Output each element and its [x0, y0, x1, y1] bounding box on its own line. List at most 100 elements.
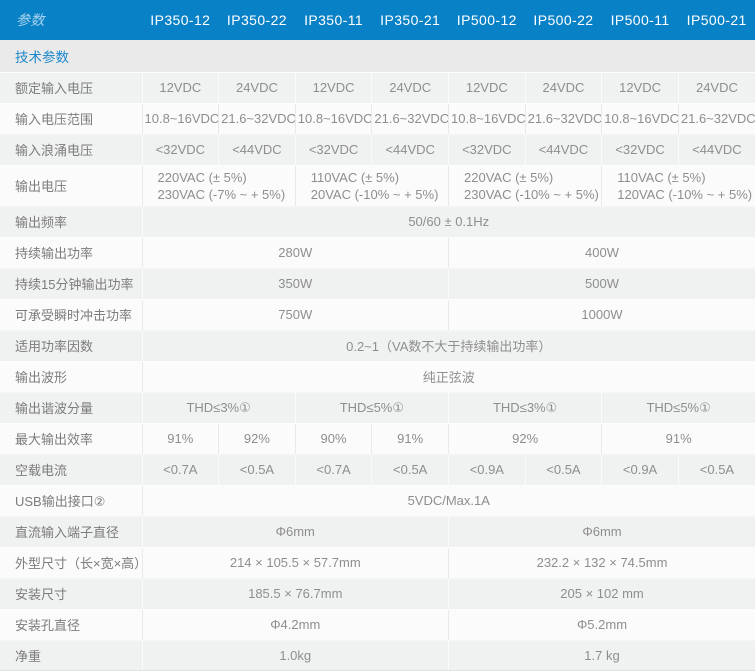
spec-value-cell: 21.6~32VDC	[678, 103, 755, 134]
spec-value-cell: <0.5A	[219, 454, 296, 485]
spec-value-cell: <44VDC	[525, 134, 602, 165]
table-row: 最大输出效率91%92%90%91%92%91%	[0, 423, 755, 454]
spec-value-cell: 90%	[295, 423, 372, 454]
row-label: 最大输出效率	[0, 423, 142, 454]
model-column-header: IP350-12	[142, 0, 219, 40]
table-row: 安装孔直径Φ4.2mmΦ5.2mm	[0, 609, 755, 640]
spec-value-cell: 12VDC	[602, 72, 679, 103]
spec-value-cell: 214 × 105.5 × 57.7mm	[142, 547, 449, 578]
spec-value-cell: 110VAC (± 5%)20VAC (-10% ~ + 5%)	[295, 165, 448, 206]
spec-value-cell: 500W	[449, 268, 755, 299]
spec-value-cell: 10.8~16VDC	[449, 103, 526, 134]
spec-value-cell: <44VDC	[219, 134, 296, 165]
spec-value-cell: <0.7A	[295, 454, 372, 485]
row-label: 输入电压范围	[0, 103, 142, 134]
row-label: 外型尺寸（长×宽×高）	[0, 547, 142, 578]
spec-value-cell: 110VAC (± 5%)120VAC (-10% ~ + 5%)	[602, 165, 755, 206]
spec-value-cell: 205 × 102 mm	[449, 578, 755, 609]
row-label: 净重	[0, 640, 142, 671]
spec-value-cell: <44VDC	[372, 134, 449, 165]
model-column-header: IP500-22	[525, 0, 602, 40]
spec-value-cell: 91%	[602, 423, 755, 454]
row-label: 适用功率因数	[0, 330, 142, 361]
spec-value-cell: THD≤5%①	[602, 392, 755, 423]
spec-value-cell: 750W	[142, 299, 449, 330]
spec-value-cell: <32VDC	[142, 134, 219, 165]
model-column-header: IP350-11	[295, 0, 372, 40]
spec-table: 参数 IP350-12IP350-22IP350-11IP350-21IP500…	[0, 0, 755, 671]
spec-value-cell: 5VDC/Max.1A	[142, 485, 755, 516]
spec-value-cell: 24VDC	[372, 72, 449, 103]
spec-value-cell: 220VAC (± 5%)230VAC (-10% ~ + 5%)	[449, 165, 602, 206]
spec-value-cell: 1000W	[449, 299, 755, 330]
table-row: 持续15分钟输出功率350W500W	[0, 268, 755, 299]
spec-value-cell: <32VDC	[449, 134, 526, 165]
spec-value-cell: 21.6~32VDC	[525, 103, 602, 134]
spec-value-cell: 纯正弦波	[142, 361, 755, 392]
spec-value-cell: <32VDC	[602, 134, 679, 165]
spec-value-cell: <32VDC	[295, 134, 372, 165]
table-row: 额定输入电压12VDC24VDC12VDC24VDC12VDC24VDC12VD…	[0, 72, 755, 103]
table-row: USB输出接口②5VDC/Max.1A	[0, 485, 755, 516]
spec-value-cell: THD≤3%①	[449, 392, 602, 423]
spec-value-cell: 50/60 ± 0.1Hz	[142, 206, 755, 237]
spec-value-cell: <0.7A	[142, 454, 219, 485]
spec-table-page: 参数 IP350-12IP350-22IP350-11IP350-21IP500…	[0, 0, 755, 671]
spec-value-cell: Φ5.2mm	[449, 609, 755, 640]
spec-value-cell: 21.6~32VDC	[219, 103, 296, 134]
row-label: 安装尺寸	[0, 578, 142, 609]
spec-value-cell: Φ4.2mm	[142, 609, 449, 640]
section-title: 技术参数	[0, 40, 755, 72]
row-label: 安装孔直径	[0, 609, 142, 640]
table-row: 可承受瞬时冲击功率750W1000W	[0, 299, 755, 330]
spec-value-cell: 1.0kg	[142, 640, 449, 671]
spec-value-cell: 24VDC	[678, 72, 755, 103]
spec-value-cell: 0.2~1（VA数不大于持续输出功率）	[142, 330, 755, 361]
spec-value-cell: 24VDC	[219, 72, 296, 103]
spec-value-cell: 10.8~16VDC	[602, 103, 679, 134]
table-row: 安装尺寸185.5 × 76.7mm205 × 102 mm	[0, 578, 755, 609]
spec-value-cell: <0.9A	[602, 454, 679, 485]
row-label: 输出波形	[0, 361, 142, 392]
table-row: 适用功率因数0.2~1（VA数不大于持续输出功率）	[0, 330, 755, 361]
row-label: 输出电压	[0, 165, 142, 206]
row-label: 输出频率	[0, 206, 142, 237]
spec-value-cell: 92%	[219, 423, 296, 454]
spec-value-cell: 21.6~32VDC	[372, 103, 449, 134]
row-label: 空载电流	[0, 454, 142, 485]
table-row: 输入浪涌电压<32VDC<44VDC<32VDC<44VDC<32VDC<44V…	[0, 134, 755, 165]
row-label: USB输出接口②	[0, 485, 142, 516]
param-column-header: 参数	[0, 0, 142, 40]
table-header-row: 参数 IP350-12IP350-22IP350-11IP350-21IP500…	[0, 0, 755, 40]
spec-value-cell: <44VDC	[678, 134, 755, 165]
section-row: 技术参数	[0, 40, 755, 72]
table-row: 持续输出功率280W400W	[0, 237, 755, 268]
model-column-header: IP500-21	[678, 0, 755, 40]
row-label: 输入浪涌电压	[0, 134, 142, 165]
spec-value-cell: 350W	[142, 268, 449, 299]
spec-value-cell: 280W	[142, 237, 449, 268]
table-row: 输出频率50/60 ± 0.1Hz	[0, 206, 755, 237]
row-label: 输出谐波分量	[0, 392, 142, 423]
spec-value-cell: 400W	[449, 237, 755, 268]
spec-value-cell: 24VDC	[525, 72, 602, 103]
table-row: 输出谐波分量THD≤3%①THD≤5%①THD≤3%①THD≤5%①	[0, 392, 755, 423]
spec-value-cell: 232.2 × 132 × 74.5mm	[449, 547, 755, 578]
table-row: 输出波形纯正弦波	[0, 361, 755, 392]
spec-value-cell: 92%	[449, 423, 602, 454]
spec-value-cell: <0.9A	[449, 454, 526, 485]
spec-value-cell: Φ6mm	[142, 516, 449, 547]
table-row: 直流输入端子直径Φ6mmΦ6mm	[0, 516, 755, 547]
spec-value-cell: <0.5A	[525, 454, 602, 485]
spec-value-cell: 12VDC	[295, 72, 372, 103]
table-row: 空载电流<0.7A<0.5A<0.7A<0.5A<0.9A<0.5A<0.9A<…	[0, 454, 755, 485]
model-column-header: IP500-12	[449, 0, 526, 40]
spec-value-cell: 91%	[142, 423, 219, 454]
row-label: 持续15分钟输出功率	[0, 268, 142, 299]
row-label: 直流输入端子直径	[0, 516, 142, 547]
spec-value-cell: 10.8~16VDC	[295, 103, 372, 134]
spec-value-cell: THD≤5%①	[295, 392, 448, 423]
spec-value-cell: 12VDC	[142, 72, 219, 103]
spec-table-body: 技术参数 额定输入电压12VDC24VDC12VDC24VDC12VDC24VD…	[0, 40, 755, 671]
table-row: 外型尺寸（长×宽×高）214 × 105.5 × 57.7mm232.2 × 1…	[0, 547, 755, 578]
